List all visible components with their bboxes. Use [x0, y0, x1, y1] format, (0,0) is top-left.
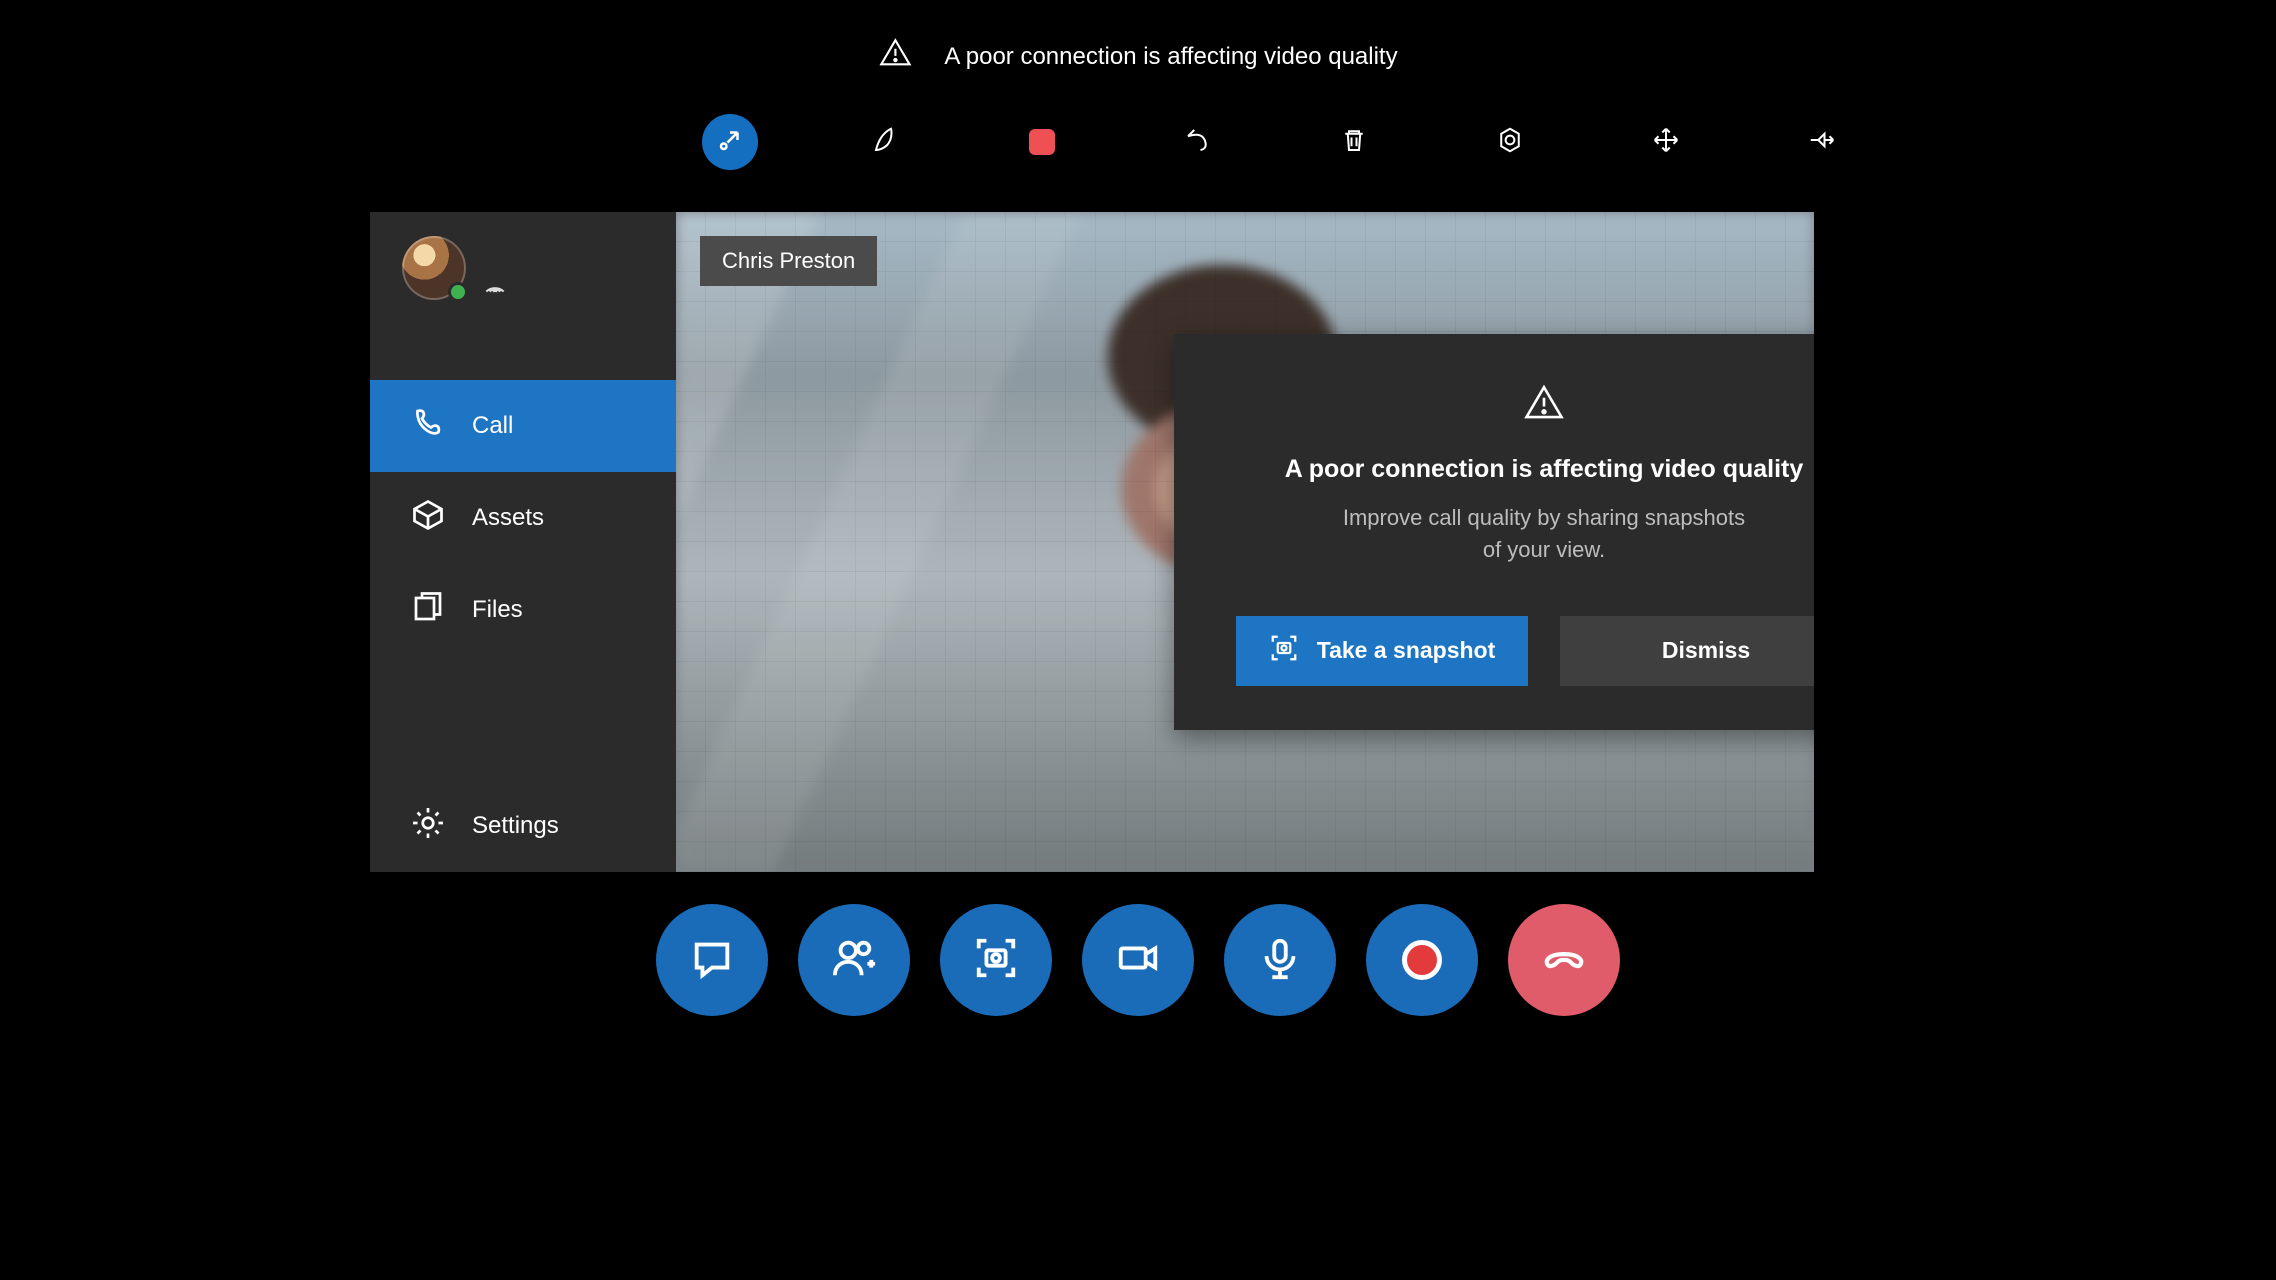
add-people-button[interactable]	[798, 904, 910, 1016]
dismiss-label: Dismiss	[1662, 637, 1750, 664]
dialog-body-line1: Improve call quality by sharing snapshot…	[1343, 505, 1745, 530]
aperture-button[interactable]	[1482, 114, 1538, 170]
sidebar-item-files[interactable]: Files	[370, 564, 676, 656]
move-arrows-icon	[1651, 125, 1681, 160]
add-people-icon	[831, 935, 877, 986]
video-toggle-button[interactable]	[1082, 904, 1194, 1016]
warning-icon	[1523, 382, 1565, 429]
dialog-body-line2: of your view.	[1483, 537, 1605, 562]
eraser-button[interactable]	[1014, 114, 1070, 170]
ink-toolbar	[702, 114, 1850, 170]
sidebar-item-label: Call	[472, 412, 513, 440]
pen-button[interactable]	[858, 114, 914, 170]
phone-icon	[410, 405, 446, 448]
camera-frame-icon	[1269, 633, 1299, 669]
files-icon	[410, 589, 446, 632]
sidebar-item-settings[interactable]: Settings	[370, 780, 676, 872]
presence-badge	[448, 282, 468, 302]
eraser-icon	[1029, 129, 1055, 155]
dialog-body: Improve call quality by sharing snapshot…	[1343, 502, 1745, 566]
delete-button[interactable]	[1326, 114, 1382, 170]
video-area: Chris Preston A poor connection is affec…	[676, 212, 1814, 872]
hangup-button[interactable]	[1508, 904, 1620, 1016]
participant-name-chip: Chris Preston	[700, 236, 877, 286]
take-snapshot-label: Take a snapshot	[1317, 637, 1496, 664]
participant-name-text: Chris Preston	[722, 248, 855, 273]
call-action-bar	[656, 904, 1620, 1016]
connection-dialog: A poor connection is affecting video qua…	[1174, 334, 1814, 730]
pin-icon	[1807, 125, 1837, 160]
sidebar-item-label: Files	[472, 596, 523, 624]
snapshot-button[interactable]	[940, 904, 1052, 1016]
camera-frame-icon	[973, 935, 1019, 986]
hangup-icon	[1541, 935, 1587, 986]
signal-icon	[482, 272, 508, 298]
move-button[interactable]	[1638, 114, 1694, 170]
gear-icon	[410, 805, 446, 848]
dialog-title: A poor connection is affecting video qua…	[1285, 455, 1804, 484]
record-icon	[1402, 940, 1442, 980]
cube-icon	[410, 497, 446, 540]
sidebar-item-assets[interactable]: Assets	[370, 472, 676, 564]
pin-button[interactable]	[1794, 114, 1850, 170]
collapse-arrow-icon	[715, 125, 745, 160]
collapse-button[interactable]	[702, 114, 758, 170]
avatar[interactable]	[402, 236, 466, 300]
dialog-actions: Take a snapshot Dismiss	[1236, 616, 1814, 686]
chat-button[interactable]	[656, 904, 768, 1016]
mic-icon	[1257, 935, 1303, 986]
undo-button[interactable]	[1170, 114, 1226, 170]
warning-icon	[878, 36, 912, 77]
connection-warning-banner: A poor connection is affecting video qua…	[878, 36, 1397, 77]
dismiss-button[interactable]: Dismiss	[1560, 616, 1814, 686]
chat-icon	[689, 935, 735, 986]
sidebar-item-call[interactable]: Call	[370, 380, 676, 472]
record-button[interactable]	[1366, 904, 1478, 1016]
trash-icon	[1339, 125, 1369, 160]
sidebar-item-label: Assets	[472, 504, 544, 532]
sidebar: Call Assets Files	[370, 212, 676, 872]
undo-icon	[1183, 125, 1213, 160]
mic-toggle-button[interactable]	[1224, 904, 1336, 1016]
app-window: Call Assets Files	[370, 212, 1814, 872]
pen-icon	[871, 125, 901, 160]
sidebar-header	[370, 212, 676, 380]
sidebar-item-label: Settings	[472, 812, 559, 840]
videocam-icon	[1115, 935, 1161, 986]
take-snapshot-button[interactable]: Take a snapshot	[1236, 616, 1528, 686]
connection-warning-text: A poor connection is affecting video qua…	[944, 43, 1397, 71]
aperture-icon	[1495, 125, 1525, 160]
